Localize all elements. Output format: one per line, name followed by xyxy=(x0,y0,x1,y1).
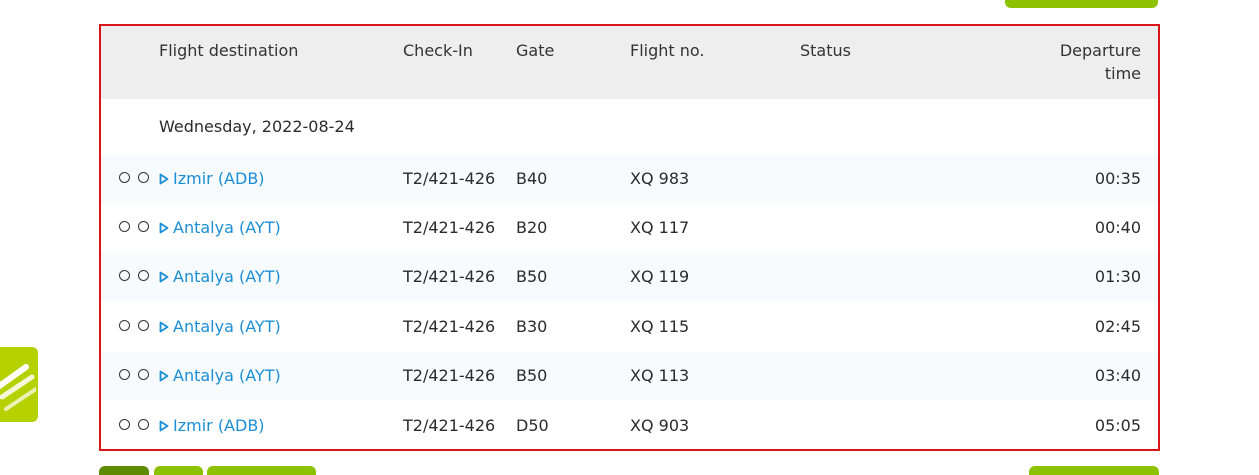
table-header: Flight destination Check-In Gate Flight … xyxy=(101,26,1158,99)
notify-circle-icon[interactable] xyxy=(138,419,149,430)
table-row: Antalya (AYT) T2/421-426 B20 XQ 117 00:40 xyxy=(101,204,1158,252)
table-row: Izmir (ADB) T2/421-426 D50 XQ 903 05:05 xyxy=(101,402,1158,450)
departure-time-cell: 00:40 xyxy=(1094,218,1141,237)
gate-cell: B20 xyxy=(516,218,548,237)
gate-cell: B30 xyxy=(516,317,548,336)
favorite-circle-icon[interactable] xyxy=(119,172,130,183)
favorite-circle-icon[interactable] xyxy=(119,270,130,281)
play-arrow-icon xyxy=(159,219,173,239)
favorite-circle-icon[interactable] xyxy=(119,419,130,430)
header-status[interactable]: Status xyxy=(800,39,851,62)
departures-table: Flight destination Check-In Gate Flight … xyxy=(99,24,1160,451)
departure-time-cell: 05:05 xyxy=(1094,416,1141,435)
link-icon xyxy=(0,364,36,411)
flight-number-cell: XQ 903 xyxy=(630,416,690,435)
gate-cell: D50 xyxy=(516,416,549,435)
destination-link[interactable]: Antalya (AYT) xyxy=(159,218,281,239)
notify-circle-icon[interactable] xyxy=(138,369,149,380)
departure-time-cell: 00:35 xyxy=(1094,169,1141,188)
header-departure-time[interactable]: Departure time xyxy=(1031,39,1141,85)
destination-label: Antalya (AYT) xyxy=(173,218,281,237)
notify-circle-icon[interactable] xyxy=(138,221,149,232)
pager-button-first[interactable] xyxy=(99,466,149,475)
destination-label: Izmir (ADB) xyxy=(173,169,265,188)
pager-button-prev[interactable] xyxy=(154,466,203,475)
departure-time-cell: 03:40 xyxy=(1094,366,1141,385)
notify-circle-icon[interactable] xyxy=(138,320,149,331)
gate-cell: B40 xyxy=(516,169,548,188)
destination-label: Antalya (AYT) xyxy=(173,267,281,286)
flight-number-cell: XQ 119 xyxy=(630,267,690,286)
destination-link[interactable]: Antalya (AYT) xyxy=(159,366,281,387)
gate-cell: B50 xyxy=(516,267,548,286)
date-group-row: Wednesday, 2022-08-24 xyxy=(101,99,1158,155)
side-widget-tab[interactable] xyxy=(0,347,38,422)
flight-number-cell: XQ 117 xyxy=(630,218,690,237)
checkin-cell: T2/421-426 xyxy=(403,267,496,286)
destination-label: Izmir (ADB) xyxy=(173,416,265,435)
play-arrow-icon xyxy=(159,318,173,338)
flight-number-cell: XQ 983 xyxy=(630,169,690,188)
header-departure-line2: time xyxy=(1104,64,1141,83)
checkin-cell: T2/421-426 xyxy=(403,218,496,237)
favorite-circle-icon[interactable] xyxy=(119,369,130,380)
pager-button-next[interactable] xyxy=(1029,466,1159,475)
table-row: Antalya (AYT) T2/421-426 B50 XQ 119 01:30 xyxy=(101,253,1158,301)
departure-time-cell: 02:45 xyxy=(1094,317,1141,336)
header-gate[interactable]: Gate xyxy=(516,39,554,62)
notify-circle-icon[interactable] xyxy=(138,172,149,183)
checkin-cell: T2/421-426 xyxy=(403,317,496,336)
destination-link[interactable]: Antalya (AYT) xyxy=(159,267,281,288)
header-checkin[interactable]: Check-In xyxy=(403,39,473,62)
favorite-circle-icon[interactable] xyxy=(119,221,130,232)
top-action-button[interactable] xyxy=(1005,0,1158,8)
date-label: Wednesday, 2022-08-24 xyxy=(159,117,355,136)
destination-link[interactable]: Izmir (ADB) xyxy=(159,169,265,190)
favorite-circle-icon[interactable] xyxy=(119,320,130,331)
destination-label: Antalya (AYT) xyxy=(173,317,281,336)
destination-link[interactable]: Antalya (AYT) xyxy=(159,317,281,338)
table-row: Antalya (AYT) T2/421-426 B30 XQ 115 02:45 xyxy=(101,303,1158,351)
gate-cell: B50 xyxy=(516,366,548,385)
play-arrow-icon xyxy=(159,170,173,190)
header-departure-line1: Departure xyxy=(1059,41,1141,60)
pager-button-page[interactable] xyxy=(207,466,316,475)
destination-link[interactable]: Izmir (ADB) xyxy=(159,416,265,437)
flight-number-cell: XQ 113 xyxy=(630,366,690,385)
play-arrow-icon xyxy=(159,367,173,387)
play-arrow-icon xyxy=(159,268,173,288)
table-row: Antalya (AYT) T2/421-426 B50 XQ 113 03:40 xyxy=(101,352,1158,400)
destination-label: Antalya (AYT) xyxy=(173,366,281,385)
header-flight-no[interactable]: Flight no. xyxy=(630,39,704,62)
departure-time-cell: 01:30 xyxy=(1094,267,1141,286)
notify-circle-icon[interactable] xyxy=(138,270,149,281)
checkin-cell: T2/421-426 xyxy=(403,169,496,188)
table-row: Izmir (ADB) T2/421-426 B40 XQ 983 00:35 xyxy=(101,155,1158,203)
header-destination[interactable]: Flight destination xyxy=(159,39,298,62)
play-arrow-icon xyxy=(159,417,173,437)
flight-number-cell: XQ 115 xyxy=(630,317,690,336)
checkin-cell: T2/421-426 xyxy=(403,416,496,435)
checkin-cell: T2/421-426 xyxy=(403,366,496,385)
page: Flight destination Check-In Gate Flight … xyxy=(0,0,1259,475)
